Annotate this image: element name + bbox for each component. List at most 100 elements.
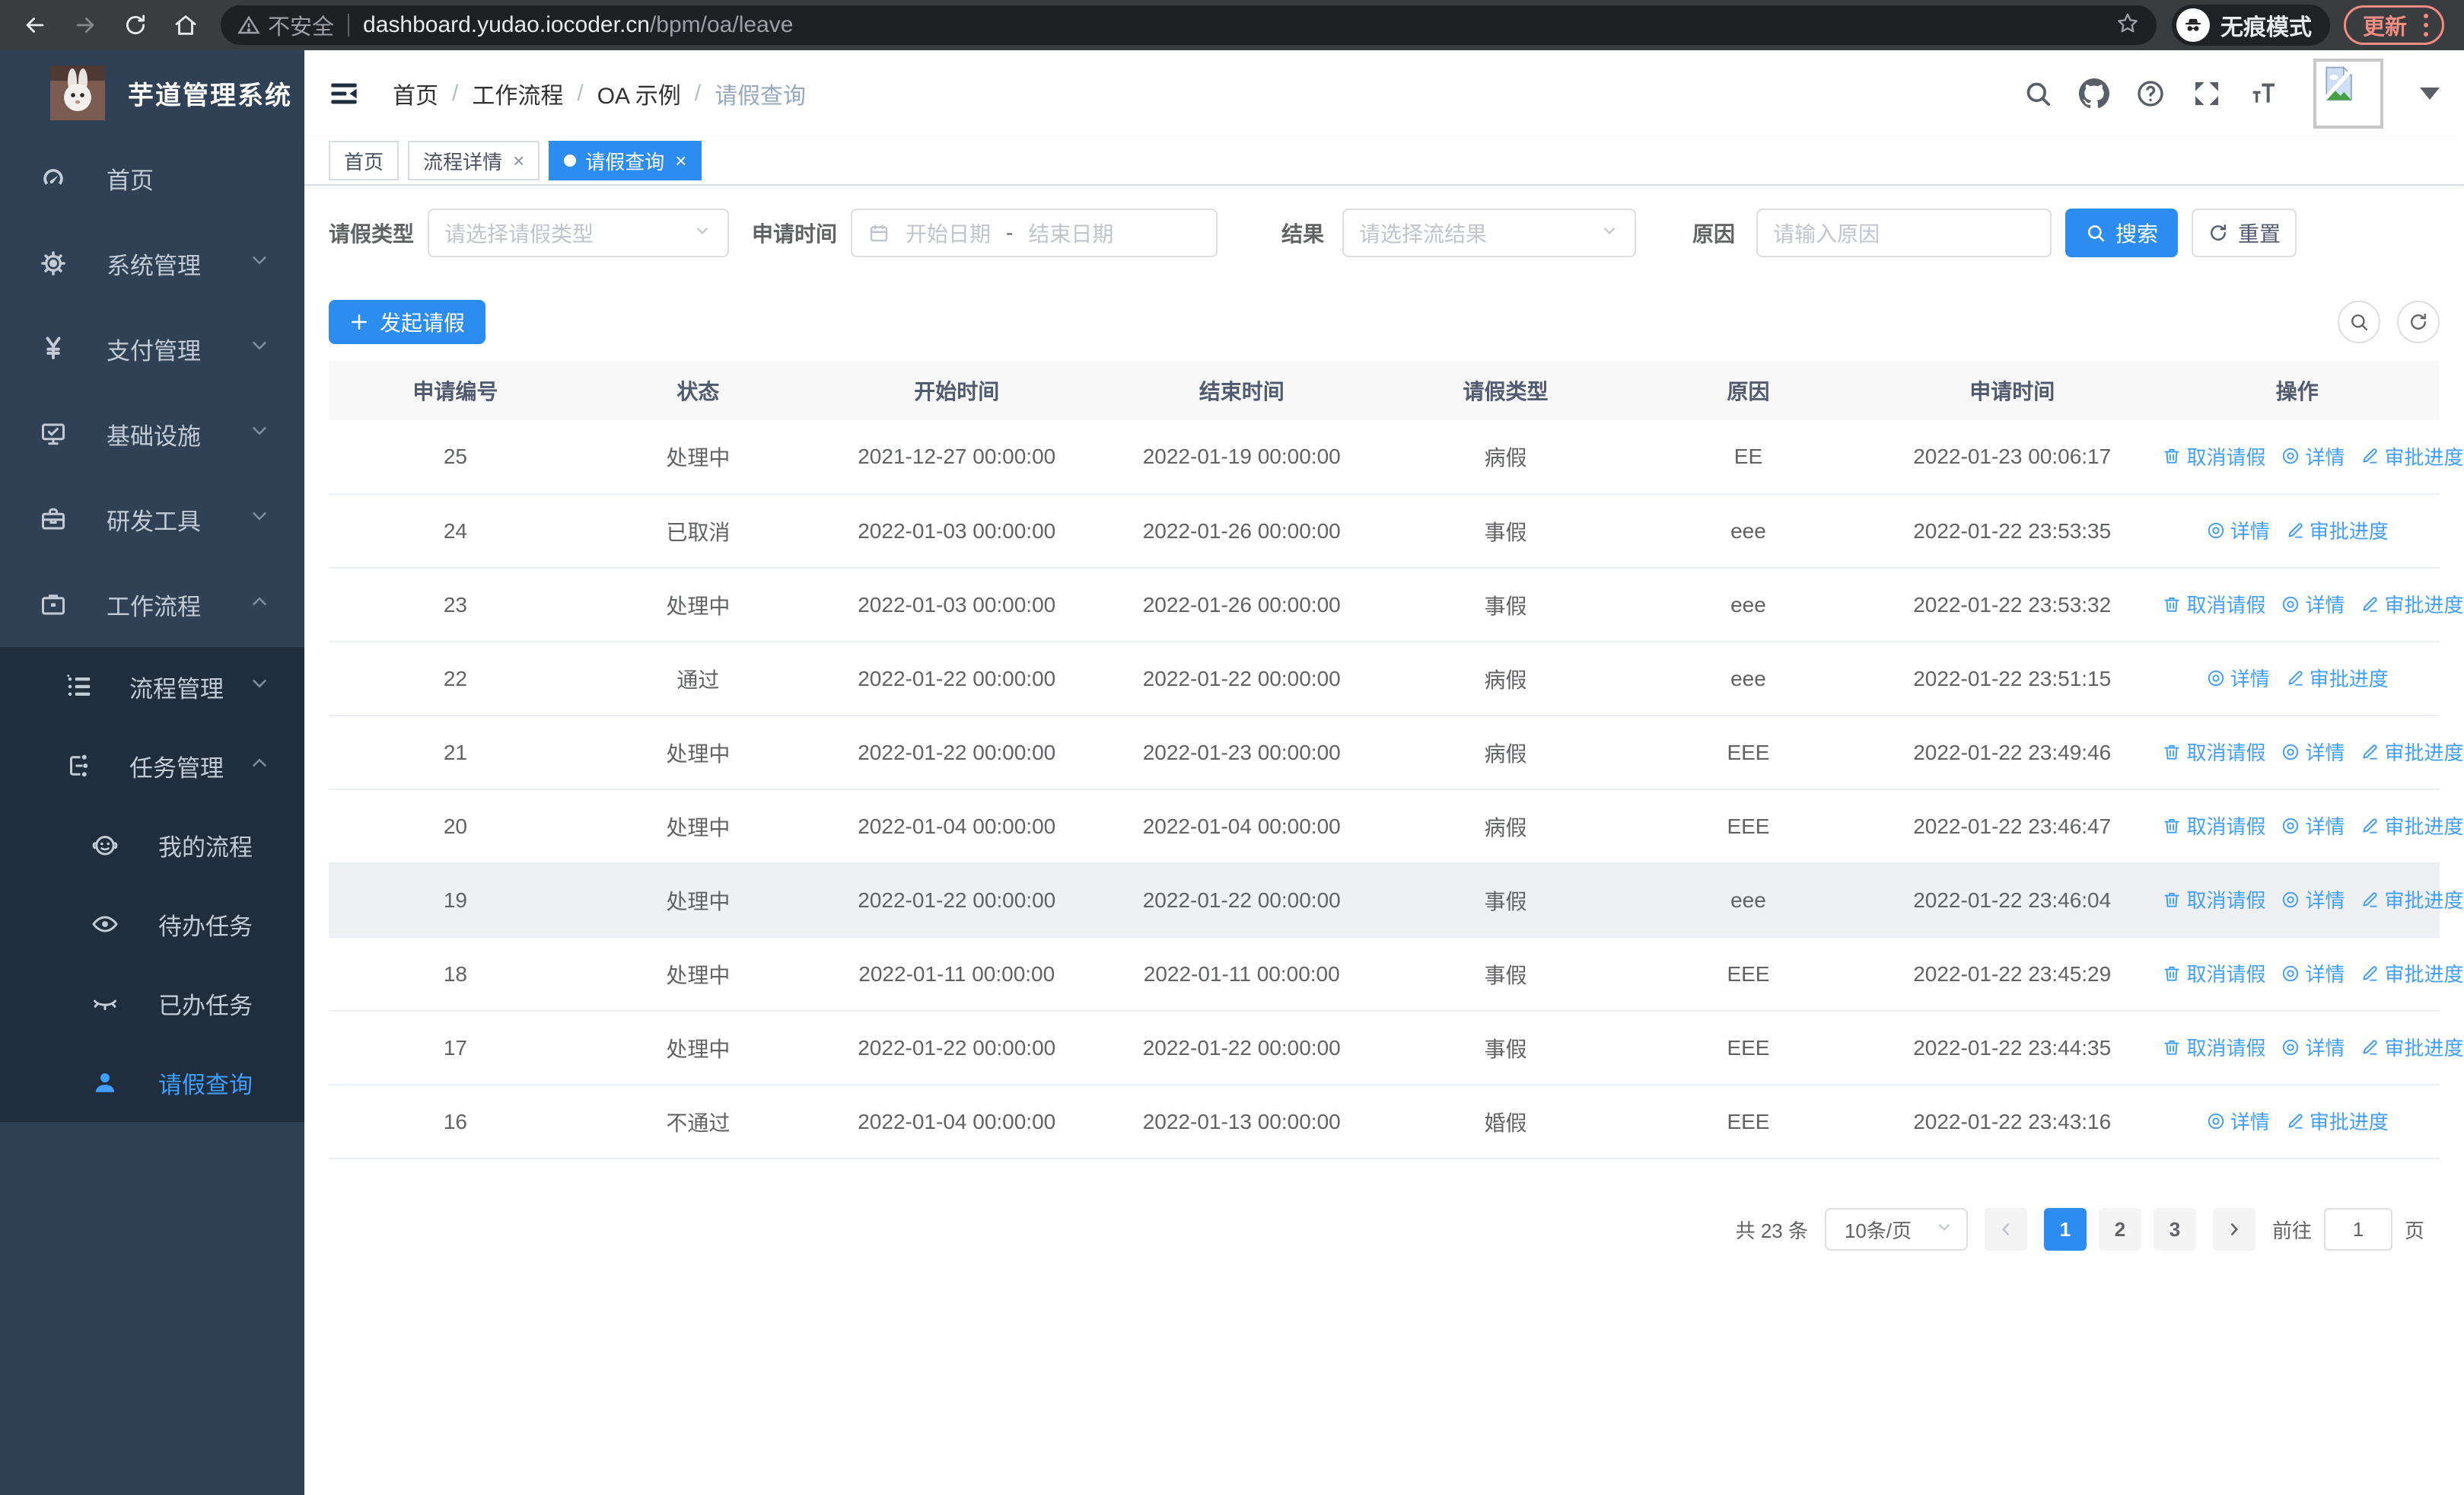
progress-action-link[interactable]: 审批进度 bbox=[2360, 811, 2464, 840]
cell-end-time: 2022-01-22 00:00:00 bbox=[1099, 863, 1384, 938]
detail-action-link[interactable]: 详情 bbox=[2281, 590, 2345, 618]
result-label: 结果 bbox=[1281, 222, 1325, 246]
action-label: 审批进度 bbox=[2384, 741, 2464, 765]
cell-status: 处理中 bbox=[581, 716, 814, 790]
page-button-2[interactable]: 2 bbox=[2098, 1208, 2141, 1251]
progress-action-link[interactable]: 审批进度 bbox=[2285, 664, 2389, 692]
detail-action-link[interactable]: 详情 bbox=[2281, 811, 2345, 840]
page-button-1[interactable]: 1 bbox=[2043, 1208, 2087, 1251]
font-size-icon[interactable] bbox=[2245, 75, 2281, 112]
breadcrumb-item[interactable]: 工作流程 bbox=[472, 77, 563, 110]
tab-close-icon[interactable]: × bbox=[675, 149, 686, 173]
bookmark-star-icon[interactable] bbox=[2115, 11, 2140, 40]
sidebar-item-home[interactable]: 首页 bbox=[0, 135, 304, 221]
sidebar-item-process-mgmt[interactable]: 流程管理 bbox=[0, 647, 304, 726]
tab-close-icon[interactable]: × bbox=[513, 149, 524, 173]
action-label: 审批进度 bbox=[2384, 963, 2464, 987]
detail-action-link[interactable]: 详情 bbox=[2281, 738, 2345, 766]
tab-home[interactable]: 首页 bbox=[329, 141, 400, 180]
progress-action-link[interactable]: 审批进度 bbox=[2360, 1033, 2464, 1061]
detail-action-link[interactable]: 详情 bbox=[2206, 516, 2270, 544]
browser-menu-icon[interactable] bbox=[2421, 11, 2431, 40]
page-size-select[interactable]: 10条/页 bbox=[1824, 1208, 1968, 1251]
toggle-search-button[interactable] bbox=[2338, 301, 2380, 343]
action-label: 审批进度 bbox=[2384, 815, 2464, 839]
progress-action-link[interactable]: 审批进度 bbox=[2360, 959, 2464, 987]
goto-page-input[interactable]: 1 bbox=[2323, 1208, 2392, 1251]
breadcrumb-item[interactable]: OA 示例 bbox=[597, 77, 681, 110]
detail-action-link[interactable]: 详情 bbox=[2281, 442, 2345, 470]
progress-action-link[interactable]: 审批进度 bbox=[2285, 516, 2389, 544]
tab-process-detail[interactable]: 流程详情 × bbox=[408, 141, 540, 180]
sidebar-item-payment-mgmt[interactable]: 支付管理 bbox=[0, 306, 304, 391]
reset-button-label: 重置 bbox=[2238, 222, 2281, 246]
browser-back-icon[interactable] bbox=[20, 10, 50, 40]
cell-leave-type: 事假 bbox=[1383, 937, 1627, 1012]
sidebar-item-infrastructure[interactable]: 基础设施 bbox=[0, 391, 304, 477]
cell-apply-time: 2022-01-22 23:49:46 bbox=[1869, 716, 2155, 790]
cancel-action-link[interactable]: 取消请假 bbox=[2162, 885, 2265, 913]
sidebar-item-dev-tools[interactable]: 研发工具 bbox=[0, 477, 304, 562]
detail-action-link[interactable]: 详情 bbox=[2206, 664, 2270, 692]
page-button-3[interactable]: 3 bbox=[2153, 1208, 2196, 1251]
tab-leave-query[interactable]: 请假查询 × bbox=[549, 141, 702, 180]
cell-reason: EEE bbox=[1626, 937, 1870, 1012]
sidebar-item-done-tasks[interactable]: 已办任务 bbox=[0, 964, 304, 1043]
browser-home-icon[interactable] bbox=[170, 10, 201, 40]
url-bar[interactable]: 不安全 dashboard.yudao.iocoder.cn/bpm/oa/le… bbox=[221, 5, 2157, 45]
cancel-action-link[interactable]: 取消请假 bbox=[2162, 811, 2265, 840]
avatar[interactable] bbox=[2313, 59, 2383, 129]
search-button[interactable]: 搜索 bbox=[2065, 209, 2179, 257]
leave-type-select[interactable]: 请选择请假类型 bbox=[428, 209, 730, 257]
sidebar-item-todo-tasks[interactable]: 待办任务 bbox=[0, 885, 304, 964]
breadcrumb-item[interactable]: 首页 bbox=[393, 77, 438, 110]
cancel-action-link[interactable]: 取消请假 bbox=[2162, 590, 2265, 618]
sidebar-item-system-mgmt[interactable]: 系统管理 bbox=[0, 221, 304, 306]
progress-action-link[interactable]: 审批进度 bbox=[2360, 442, 2464, 470]
user-icon bbox=[91, 1069, 119, 1096]
cancel-action-link[interactable]: 取消请假 bbox=[2162, 959, 2265, 987]
sidebar-item-label: 研发工具 bbox=[107, 508, 201, 535]
prev-page-button[interactable] bbox=[1984, 1208, 2027, 1251]
refresh-table-button[interactable] bbox=[2397, 301, 2440, 343]
sidebar-item-workflow[interactable]: 工作流程 bbox=[0, 562, 304, 647]
app-logo-row[interactable]: 芋道管理系统 bbox=[0, 50, 304, 135]
result-select[interactable]: 请选择流结果 bbox=[1342, 209, 1637, 257]
security-indicator[interactable]: 不安全 bbox=[237, 9, 334, 41]
progress-action-link[interactable]: 审批进度 bbox=[2360, 885, 2464, 913]
table-row: 17 处理中 2022-01-22 00:00:00 2022-01-22 00:00… bbox=[329, 1011, 2464, 1085]
browser-forward-icon[interactable] bbox=[70, 10, 100, 40]
reason-input[interactable]: 请输入原因 bbox=[1756, 209, 2052, 257]
cell-end-time: 2022-01-26 00:00:00 bbox=[1099, 494, 1384, 569]
github-icon[interactable] bbox=[2076, 75, 2112, 112]
progress-action-link[interactable]: 审批进度 bbox=[2285, 1107, 2389, 1135]
browser-reload-icon[interactable] bbox=[120, 10, 151, 40]
detail-action-link[interactable]: 详情 bbox=[2281, 1033, 2345, 1061]
eye-closed-icon bbox=[91, 990, 119, 1017]
detail-action-link[interactable]: 详情 bbox=[2206, 1107, 2270, 1135]
column-header: 申请时间 bbox=[1869, 361, 2155, 420]
cancel-action-link[interactable]: 取消请假 bbox=[2162, 1033, 2265, 1061]
reset-button[interactable]: 重置 bbox=[2192, 209, 2297, 257]
progress-action-link[interactable]: 审批进度 bbox=[2360, 590, 2464, 618]
browser-update-button[interactable]: 更新 bbox=[2343, 5, 2444, 45]
cancel-action-link[interactable]: 取消请假 bbox=[2162, 738, 2265, 766]
avatar-caret-icon[interactable] bbox=[2420, 88, 2440, 100]
help-icon[interactable] bbox=[2132, 75, 2169, 112]
warning-icon bbox=[237, 15, 260, 34]
sidebar-item-my-process[interactable]: 我的流程 bbox=[0, 805, 304, 885]
cell-apply-time: 2022-01-22 23:46:47 bbox=[1869, 789, 2155, 864]
detail-action-link[interactable]: 详情 bbox=[2281, 885, 2345, 913]
sidebar-item-task-mgmt[interactable]: 任务管理 bbox=[0, 726, 304, 805]
progress-action-link[interactable]: 审批进度 bbox=[2360, 738, 2464, 766]
cancel-action-link[interactable]: 取消请假 bbox=[2162, 442, 2265, 470]
fullscreen-icon[interactable] bbox=[2189, 75, 2225, 112]
apply-time-range-picker[interactable]: 开始日期 - 结束日期 bbox=[851, 209, 1218, 257]
header-search-icon[interactable] bbox=[2020, 75, 2056, 112]
main-area: 首页 / 工作流程 / OA 示例 / 请假查询 首页 流程详情 × 请假查询 … bbox=[304, 50, 2464, 1495]
next-page-button[interactable] bbox=[2212, 1208, 2255, 1251]
sidebar-collapse-icon[interactable] bbox=[329, 77, 362, 110]
detail-action-link[interactable]: 详情 bbox=[2281, 959, 2345, 987]
sidebar-item-leave-query[interactable]: 请假查询 bbox=[0, 1043, 304, 1122]
create-leave-button[interactable]: 发起请假 bbox=[329, 300, 485, 344]
